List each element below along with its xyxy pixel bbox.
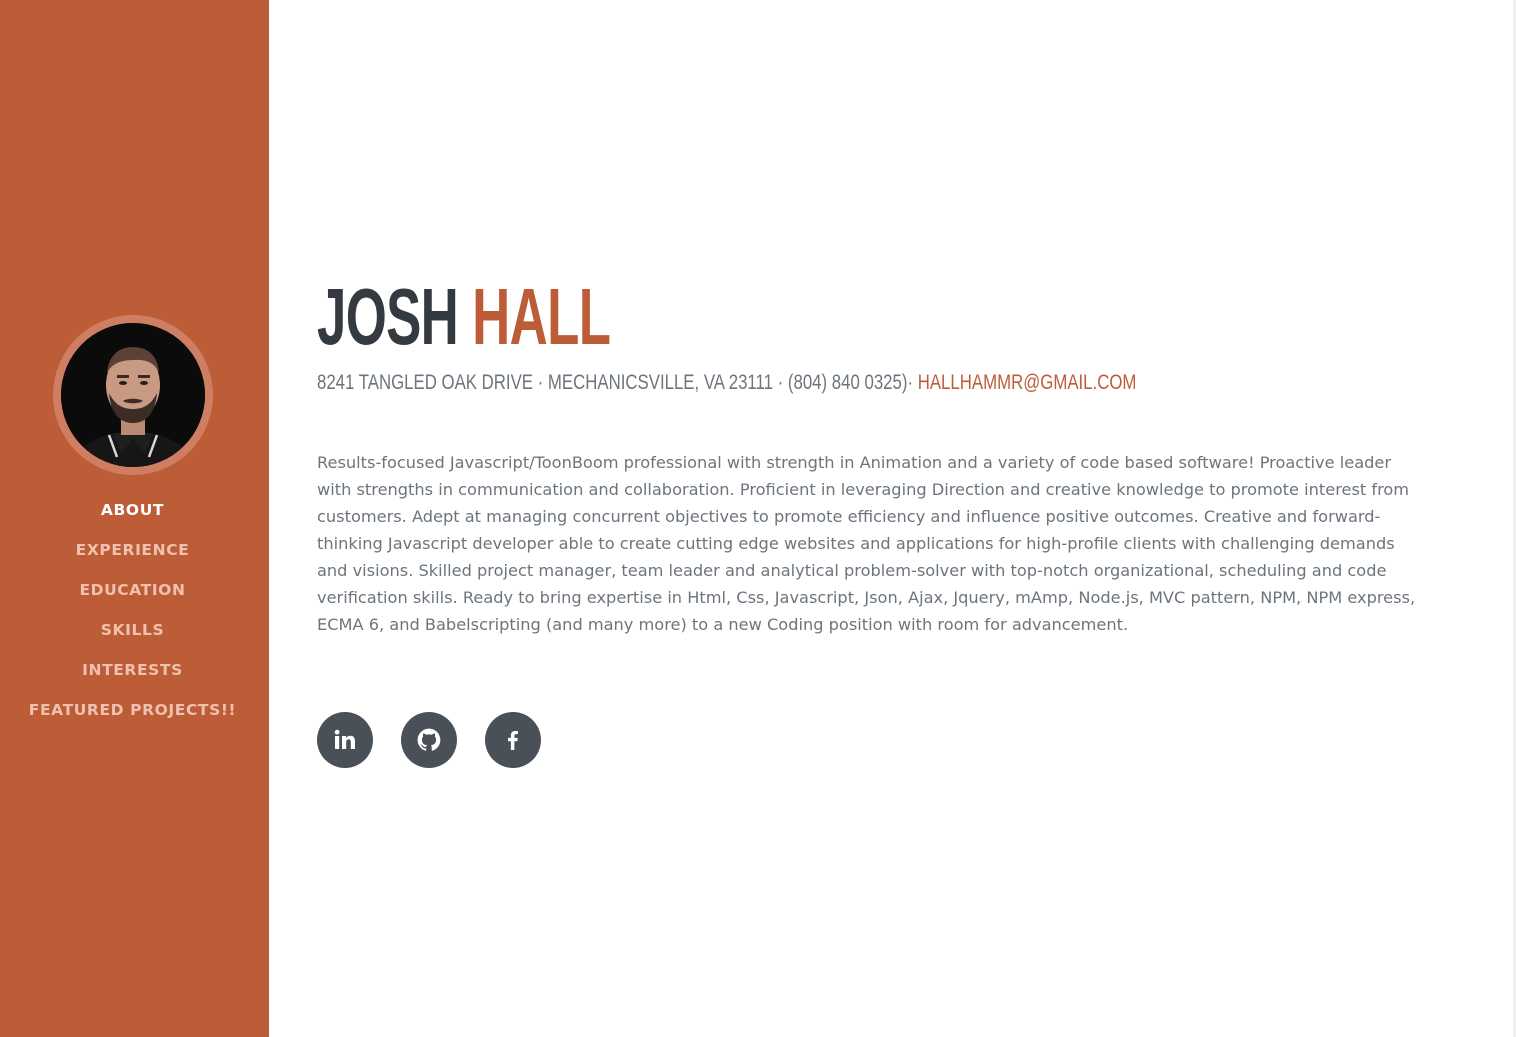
email-link[interactable]: hallhammr@gmail.com: [918, 371, 1137, 394]
sidebar: ABOUT EXPERIENCE EDUCATION SKILLS INTERE…: [0, 0, 269, 1037]
facebook-button[interactable]: [485, 712, 541, 768]
avatar-photo: [61, 323, 205, 467]
linkedin-icon: [334, 729, 355, 749]
page-title: JOSH HALL: [317, 272, 611, 362]
nav-item-about[interactable]: ABOUT: [0, 490, 265, 530]
sidebar-nav: ABOUT EXPERIENCE EDUCATION SKILLS INTERE…: [0, 490, 265, 730]
facebook-icon: [508, 731, 518, 750]
nav-item-education[interactable]: EDUCATION: [0, 570, 265, 610]
contact-address: 8241 Tangled Oak Drive · Mechanicsville,…: [317, 371, 918, 394]
github-button[interactable]: [401, 712, 457, 768]
github-icon: [417, 728, 441, 751]
main-content: JOSH HALL 8241 Tangled Oak Drive · Mecha…: [317, 0, 1437, 1037]
profile-photo-image: [61, 323, 205, 467]
linkedin-button[interactable]: [317, 712, 373, 768]
first-name: JOSH: [317, 272, 459, 361]
avatar[interactable]: [53, 315, 213, 475]
nav-item-experience[interactable]: EXPERIENCE: [0, 530, 265, 570]
bio-text: Results-focused Javascript/ToonBoom prof…: [317, 453, 1416, 634]
nav-item-featured-projects[interactable]: FEATURED PROJECTS!!: [0, 690, 265, 730]
contact-line: 8241 Tangled Oak Drive · Mechanicsville,…: [317, 368, 1136, 398]
social-icons: [317, 712, 541, 768]
nav-item-skills[interactable]: SKILLS: [0, 610, 265, 650]
nav-item-interests[interactable]: INTERESTS: [0, 650, 265, 690]
last-name: HALL: [472, 272, 611, 361]
